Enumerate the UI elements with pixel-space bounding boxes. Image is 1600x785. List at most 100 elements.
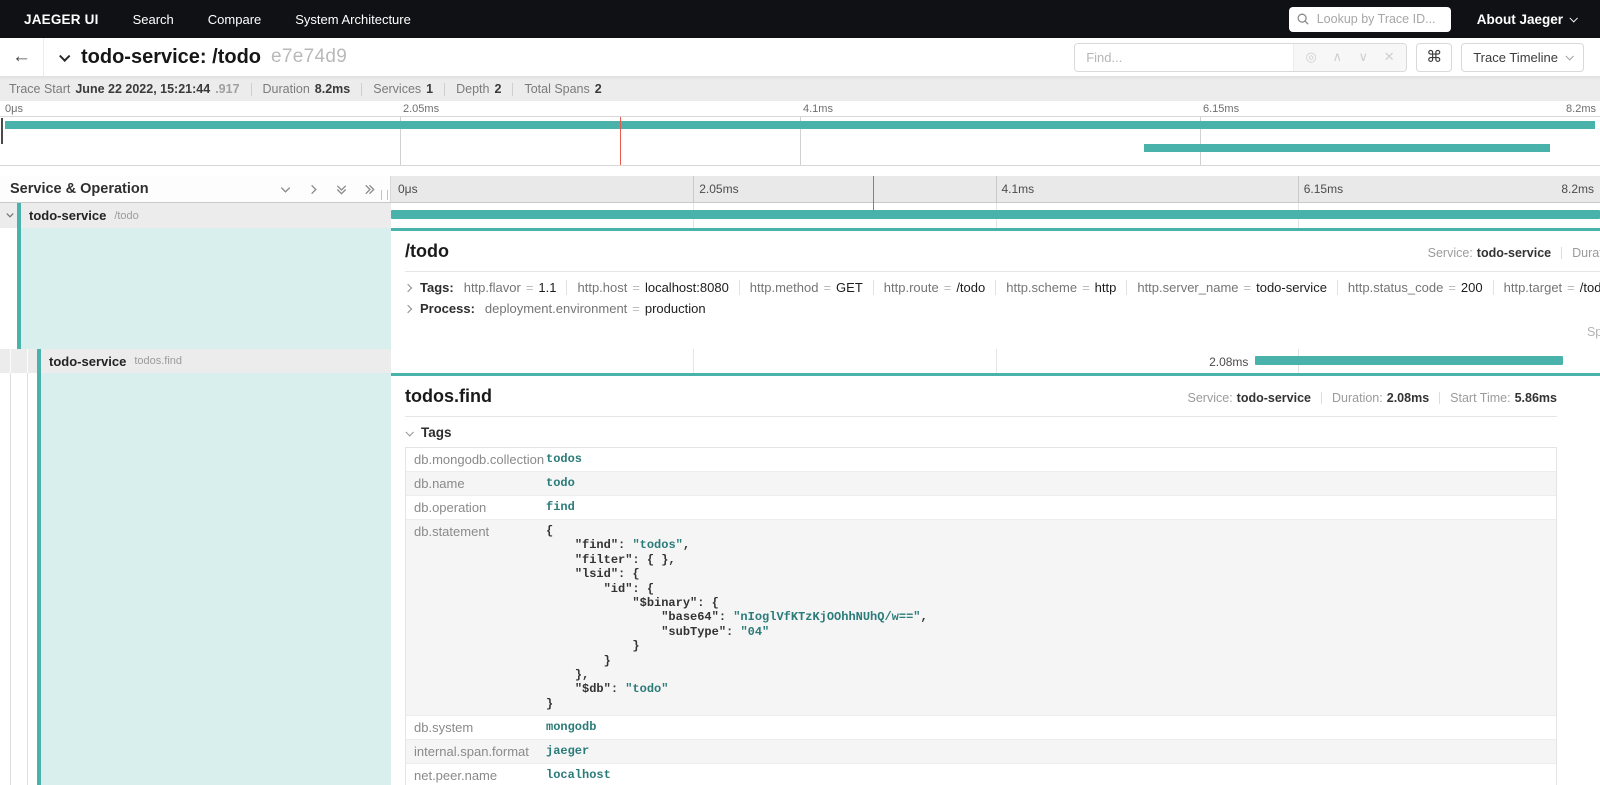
span-duration-label: 2.08ms [1209, 355, 1248, 369]
trace-header-collapse-toggle[interactable] [60, 53, 68, 61]
process-summary-list: deployment.environment=production [483, 301, 716, 316]
collapse-all-icon[interactable] [363, 183, 376, 196]
equals-sign: = [1448, 280, 1456, 295]
tags-summary-list: http.flavor=1.1http.host=localhost:8080h… [462, 280, 1600, 295]
equals-sign: = [944, 280, 952, 295]
tag-value: http [1095, 280, 1117, 295]
span-overview: Service:todo-service Duration:8.2ms Star… [1428, 246, 1600, 260]
duration-value: 8.2ms [315, 82, 350, 96]
indent-guide [10, 373, 11, 785]
row-key: db.mongodb.collection [406, 448, 538, 471]
equals-sign: = [1082, 280, 1090, 295]
minimap-canvas[interactable] [0, 116, 1600, 166]
tick-label: 4.1ms [1002, 182, 1035, 196]
equals-sign: = [823, 280, 831, 295]
span-name-cell[interactable]: todo-service /todo [0, 203, 391, 228]
detail-highlight-block [17, 228, 391, 349]
span-detail-title: /todo [405, 241, 449, 262]
tick-label: 0μs [398, 182, 418, 196]
divider [1321, 392, 1322, 404]
find-input[interactable] [1075, 44, 1293, 71]
process-accordion[interactable]: Process: deployment.environment=producti… [405, 301, 1600, 316]
collapse-one-level-icon[interactable] [307, 183, 320, 196]
service-name: todo-service [29, 208, 106, 223]
indent-guide [27, 349, 28, 373]
duration-label: Duration: [1332, 391, 1383, 405]
tick-label: 4.1ms [803, 103, 833, 115]
span-bar-todos-find[interactable] [1255, 356, 1562, 365]
tag-item: http.status_code=200 [1337, 280, 1493, 295]
row-value: todos [538, 448, 1556, 471]
find-prev-icon[interactable]: ∧ [1324, 49, 1350, 65]
timeline-gridline [693, 176, 694, 202]
timeline-cursor-line [873, 176, 874, 211]
find-clear-icon[interactable]: ✕ [1376, 49, 1402, 65]
span-detail-title: todos.find [405, 386, 492, 407]
nav-item-search[interactable]: Search [133, 12, 174, 27]
nav-item-compare[interactable]: Compare [208, 12, 261, 27]
trace-view-select[interactable]: Trace Timeline [1461, 43, 1584, 72]
minimap-span-2 [1144, 144, 1550, 152]
row-value: jaeger [538, 740, 1556, 763]
tag-item: http.target=/todo [1493, 280, 1600, 295]
service-operation-header: Service & Operation [0, 176, 391, 202]
row-key: db.name [406, 472, 538, 495]
span-row-todo[interactable]: todo-service /todo [0, 203, 1600, 228]
duration-label: Duration: [1572, 246, 1600, 260]
tag-key: http.route [884, 280, 939, 295]
minimap-drag-handle[interactable] [1, 118, 3, 144]
jaeger-logo[interactable]: JAEGER UI [24, 12, 99, 27]
tag-key: http.target [1504, 280, 1563, 295]
keyboard-shortcuts-button[interactable]: ⌘ [1416, 43, 1452, 72]
table-row: db.operationfind [406, 496, 1556, 520]
tags-accordion[interactable]: Tags: http.flavor=1.1http.host=localhost… [405, 280, 1600, 295]
find-next-icon[interactable]: ∨ [1350, 49, 1376, 65]
tag-value: /todo [956, 280, 985, 295]
collapse-children-icon[interactable] [5, 207, 15, 225]
nav-item-system-architecture[interactable]: System Architecture [295, 12, 411, 27]
timeline-ticks-header: 0μs 2.05ms 4.1ms 6.15ms 8.2ms [391, 176, 1600, 202]
expand-one-level-icon[interactable] [279, 183, 292, 196]
tags-section-toggle[interactable]: Tags [406, 425, 1557, 440]
process-label: Process: [420, 301, 475, 316]
service-operation-title: Service & Operation [10, 181, 149, 197]
span-id-row: SpanID: db046b8efc5b7452 [405, 325, 1600, 339]
tag-value: production [645, 301, 706, 316]
table-row: db.systemmongodb [406, 716, 1556, 740]
tick-label: 0μs [5, 103, 23, 115]
span-row-todos-find[interactable]: todo-service todos.find 2.08ms [0, 349, 1600, 373]
divider [405, 416, 1557, 417]
operation-name: /todo [114, 210, 138, 222]
spacer [0, 166, 1600, 176]
divider [1439, 392, 1440, 404]
column-resizer[interactable] [381, 190, 388, 200]
tag-item: http.route = /todo [873, 280, 995, 295]
about-jaeger-menu[interactable]: About Jaeger [1477, 12, 1576, 27]
depth-label: Depth [456, 82, 489, 96]
equals-sign: = [632, 301, 640, 316]
minimap-tick-labels: 0μs 2.05ms 4.1ms 6.15ms 8.2ms [0, 101, 1600, 116]
span-color-accent [37, 349, 41, 373]
start-time-value: 5.86ms [1515, 391, 1557, 405]
db-statement-json: { "find": "todos", "filter": { }, "lsid"… [546, 524, 1548, 711]
trace-lookup-box[interactable] [1289, 7, 1451, 32]
span-bar-cell[interactable]: 2.08ms [391, 349, 1600, 373]
expand-all-icon[interactable] [335, 183, 348, 196]
back-button[interactable]: ← [0, 38, 44, 76]
equals-sign: = [1244, 280, 1252, 295]
span-name-cell[interactable]: todo-service todos.find [0, 349, 391, 373]
equals-sign: = [526, 280, 534, 295]
chevron-down-icon [405, 428, 413, 436]
span-bar-cell[interactable] [391, 203, 1600, 228]
tag-key: http.scheme [1006, 280, 1077, 295]
span-detail-row-todos-find: todos.find Service:todo-service Duration… [0, 373, 1600, 785]
equals-sign: = [1567, 280, 1575, 295]
find-match-icon[interactable]: ◎ [1298, 49, 1324, 65]
command-icon: ⌘ [1426, 47, 1442, 67]
tick-label: 6.15ms [1304, 182, 1343, 196]
row-key: db.operation [406, 496, 538, 519]
span-bar-todo[interactable] [391, 210, 1600, 219]
tag-value: 200 [1461, 280, 1483, 295]
tag-key: http.method [750, 280, 819, 295]
trace-lookup-input[interactable] [1315, 11, 1443, 27]
